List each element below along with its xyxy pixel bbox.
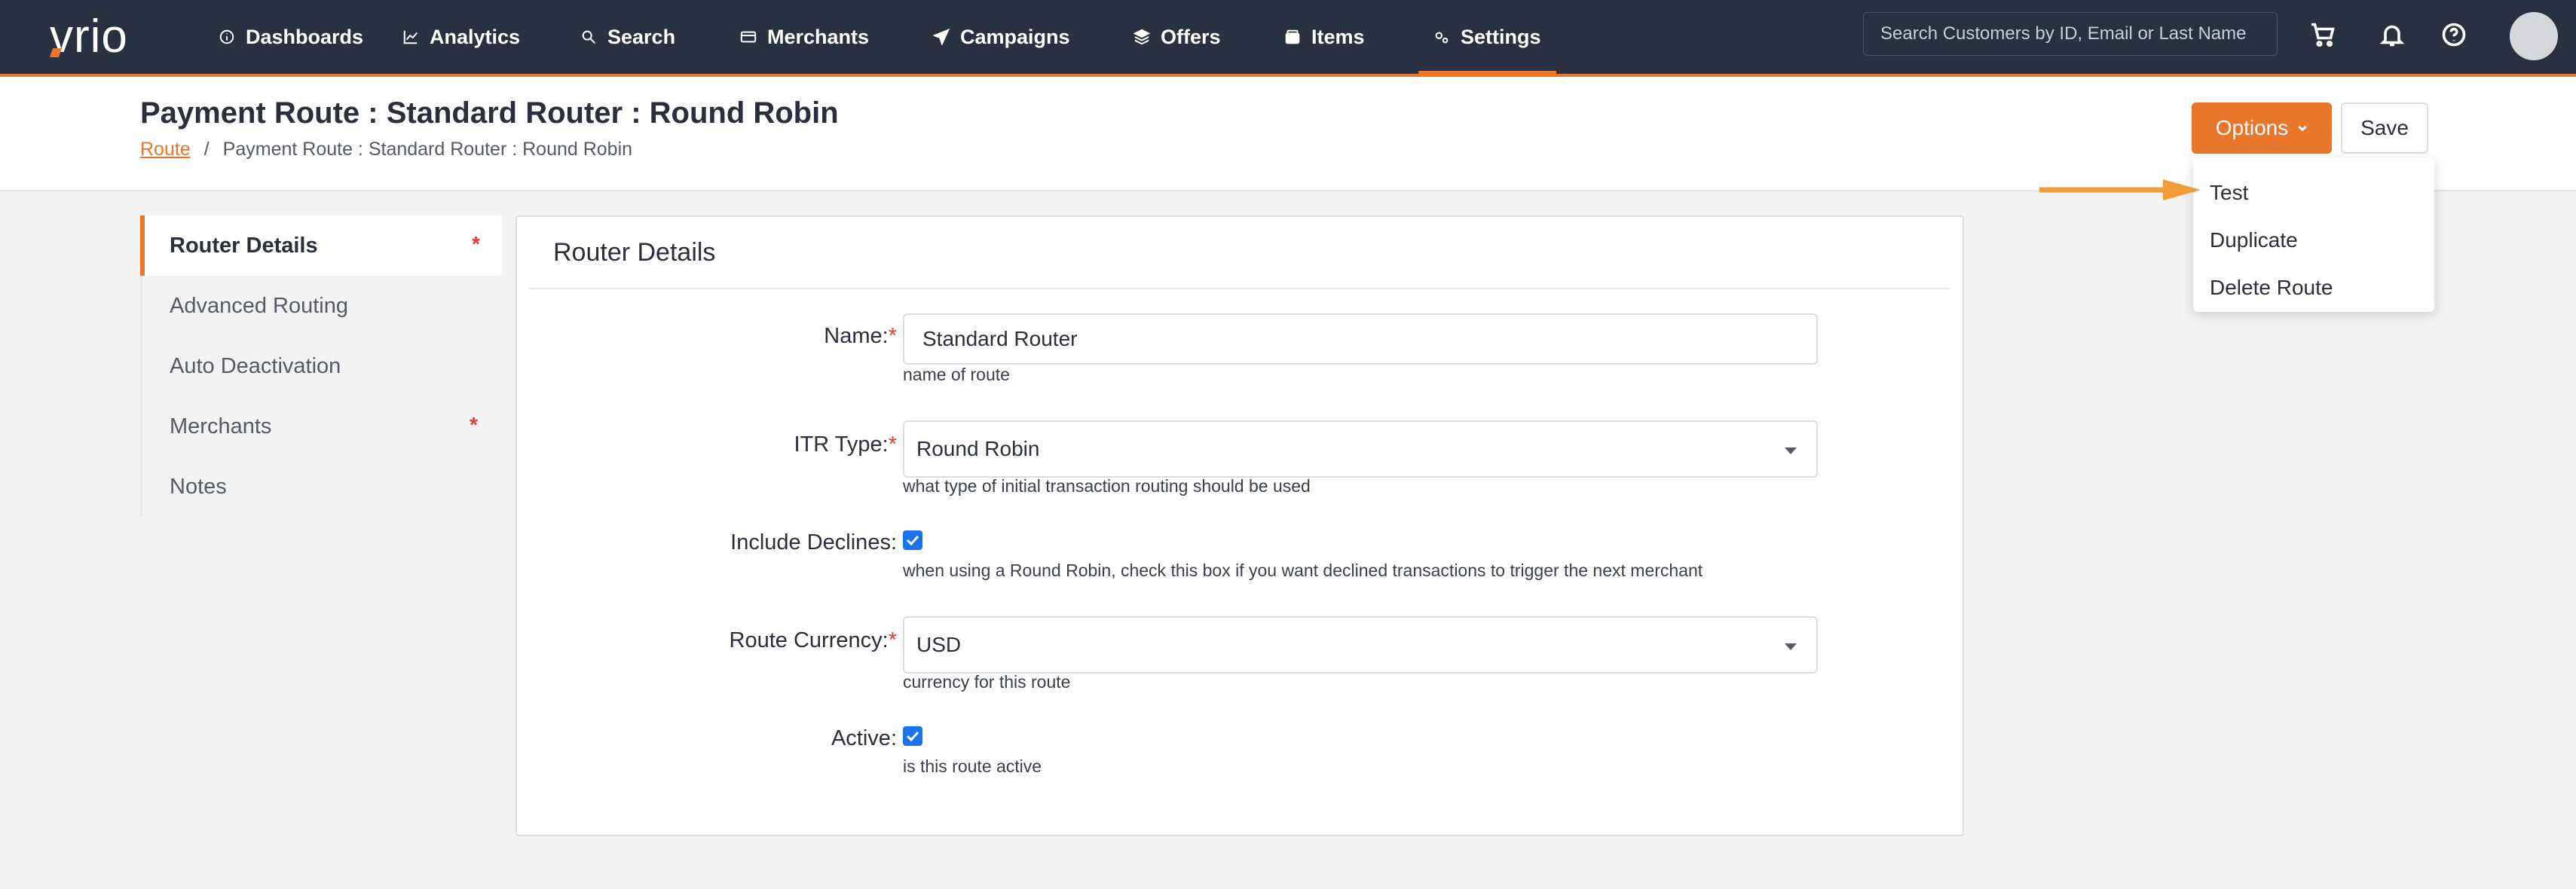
nav-label: Merchants [767, 25, 870, 48]
page-header: Payment Route : Standard Router : Round … [0, 77, 2576, 191]
checkmark-icon [906, 535, 919, 546]
checkmark-icon [906, 731, 919, 742]
nav-item-analytics[interactable]: Analytics [402, 0, 520, 74]
options-button[interactable]: Options [2192, 102, 2332, 154]
nav-item-search[interactable]: Search [580, 0, 675, 74]
cogs-icon [1435, 32, 1449, 44]
info-circle-icon [219, 29, 234, 44]
nav-label: Offers [1161, 25, 1221, 48]
route-currency-select[interactable]: USD [903, 616, 1818, 674]
options-label: Options [2215, 116, 2289, 139]
menu-item-duplicate[interactable]: Duplicate [2193, 216, 2434, 264]
nav-label: Campaigns [960, 25, 1070, 48]
menu-item-test[interactable]: Test [2193, 169, 2434, 216]
bell-icon[interactable] [2379, 21, 2406, 48]
route-currency-help: currency for this route [903, 672, 1071, 692]
active-help: is this route active [903, 756, 1042, 776]
itr-type-label: ITR Type:* [794, 432, 897, 457]
avatar[interactable] [2510, 12, 2558, 60]
name-help: name of route [903, 365, 1010, 384]
page-title: Payment Route : Standard Router : Round … [140, 96, 839, 130]
route-currency-value: USD [916, 633, 962, 656]
name-label: Name:* [824, 324, 897, 348]
itr-type-select[interactable]: Round Robin [903, 420, 1818, 478]
nav-item-items[interactable]: Items [1284, 0, 1365, 74]
itr-type-value: Round Robin [916, 437, 1040, 460]
nav-item-dashboards[interactable]: Dashboards [219, 0, 363, 74]
side-item-notes[interactable]: Notes [142, 457, 502, 517]
layers-icon [1134, 29, 1150, 45]
include-declines-label: Include Declines: [730, 530, 897, 554]
side-item-label: Notes [170, 475, 227, 499]
cart-icon[interactable] [2309, 21, 2336, 48]
include-declines-checkbox[interactable] [903, 530, 922, 550]
breadcrumb: Route / Payment Route : Standard Router … [140, 139, 632, 160]
nav-item-merchants[interactable]: Merchants [740, 0, 869, 74]
breadcrumb-current: Payment Route : Standard Router : Round … [222, 139, 633, 160]
nav-label: Analytics [430, 25, 521, 48]
box-icon [1285, 29, 1300, 44]
line-chart-icon [403, 30, 418, 44]
active-label: Active: [831, 726, 897, 750]
card-title: Router Details [553, 238, 716, 267]
pointer-arrow-icon [2039, 179, 2201, 200]
nav-item-settings[interactable]: Settings [1418, 0, 1556, 74]
breadcrumb-separator: / [203, 139, 210, 160]
vrio-logo[interactable]: vrio [49, 11, 128, 63]
side-item-label: Advanced Routing [170, 294, 348, 318]
card-divider [529, 288, 1950, 289]
nav-item-campaigns[interactable]: Campaigns [933, 0, 1070, 74]
save-button[interactable]: Save [2341, 102, 2428, 154]
section-side-menu: Router Details * Advanced Routing Auto D… [140, 215, 502, 517]
help-icon[interactable] [2440, 21, 2467, 48]
caret-down-icon [1785, 643, 1797, 650]
name-input[interactable] [903, 313, 1818, 365]
nav-item-offers[interactable]: Offers [1134, 0, 1221, 74]
breadcrumb-link-route[interactable]: Route [140, 139, 191, 160]
nav-label: Search [607, 25, 676, 48]
active-checkbox[interactable] [903, 726, 922, 746]
required-marker: * [472, 232, 480, 255]
credit-card-icon [740, 31, 757, 43]
paper-plane-icon [933, 29, 950, 45]
side-item-label: Router Details [170, 234, 318, 258]
route-currency-label: Route Currency:* [729, 628, 897, 652]
side-item-label: Auto Deactivation [170, 354, 341, 378]
nav-label: Dashboards [246, 25, 364, 48]
router-details-card: Router Details Name:* name of route ITR … [516, 215, 1964, 836]
search-icon [582, 30, 595, 44]
options-dropdown-menu: Test Duplicate Delete Route [2193, 158, 2434, 312]
chevron-down-icon [2298, 125, 2307, 132]
customer-search-input[interactable] [1863, 12, 2278, 56]
nav-label: Settings [1461, 25, 1541, 48]
include-declines-help: when using a Round Robin, check this box… [903, 561, 1703, 580]
menu-item-delete-route[interactable]: Delete Route [2193, 264, 2434, 311]
side-item-label: Merchants [170, 414, 272, 438]
itr-type-help: what type of initial transaction routing… [903, 476, 1311, 496]
nav-label: Items [1311, 25, 1365, 48]
top-navbar: vrio Dashboards Analytics Search Merchan… [0, 0, 2576, 77]
side-item-router-details[interactable]: Router Details * [140, 215, 502, 276]
caret-down-icon [1785, 448, 1797, 454]
